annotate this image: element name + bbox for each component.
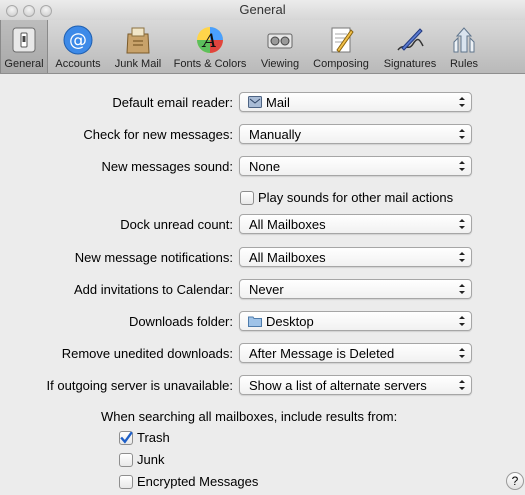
setting-downloads-folder: Downloads folder: Desktop xyxy=(0,311,525,333)
setting-label: New message notifications: xyxy=(74,250,233,265)
setting-label: Check for new messages: xyxy=(83,127,233,142)
popup-arrows-icon xyxy=(459,284,465,294)
popup-value: After Message is Deleted xyxy=(249,346,395,361)
tab-junk-mail[interactable]: Junk Mail xyxy=(110,20,166,73)
default-reader-popup[interactable]: Mail xyxy=(239,92,472,112)
popup-value: Desktop xyxy=(266,314,314,329)
popup-arrows-icon xyxy=(459,348,465,358)
folder-icon xyxy=(248,316,262,327)
setting-label: Add invitations to Calendar: xyxy=(74,282,233,297)
search-heading: When searching all mailboxes, include re… xyxy=(101,409,398,424)
setting-label: New messages sound: xyxy=(101,159,233,174)
fonts-colors-icon: A xyxy=(197,27,223,53)
popup-value: Mail xyxy=(266,95,290,110)
setting-dock-count: Dock unread count: All Mailboxes xyxy=(0,214,525,236)
setting-notifications: New message notifications: All Mailboxes xyxy=(0,247,525,269)
rules-icon xyxy=(453,27,475,53)
remove-downloads-popup[interactable]: After Message is Deleted xyxy=(239,343,472,363)
accounts-icon: @ xyxy=(63,25,93,55)
popup-arrows-icon xyxy=(459,129,465,139)
tab-label: Composing xyxy=(313,58,369,70)
setting-outgoing-server: If outgoing server is unavailable: Show … xyxy=(0,375,525,397)
junk-label[interactable]: Junk xyxy=(137,452,164,467)
junk-checkbox[interactable] xyxy=(119,453,133,467)
check-messages-popup[interactable]: Manually xyxy=(239,124,472,144)
play-sounds-checkbox[interactable] xyxy=(240,191,254,205)
play-sounds-label[interactable]: Play sounds for other mail actions xyxy=(258,190,453,205)
setting-default-reader: Default email reader: Mail xyxy=(0,92,525,114)
svg-text:A: A xyxy=(201,30,217,52)
outgoing-server-popup[interactable]: Show a list of alternate servers xyxy=(239,375,472,395)
mail-app-icon xyxy=(248,96,262,108)
tab-label: Accounts xyxy=(55,58,101,70)
encrypted-label[interactable]: Encrypted Messages xyxy=(137,474,258,489)
signatures-icon xyxy=(397,28,424,51)
popup-arrows-icon xyxy=(459,252,465,262)
tab-label: Rules xyxy=(449,58,479,70)
setting-invitations: Add invitations to Calendar: Never xyxy=(0,279,525,301)
setting-remove-downloads: Remove unedited downloads: After Message… xyxy=(0,343,525,365)
search-heading-row: When searching all mailboxes, include re… xyxy=(0,407,525,429)
popup-arrows-icon xyxy=(459,219,465,229)
tab-fonts-colors[interactable]: A Fonts & Colors xyxy=(168,20,252,73)
trash-label[interactable]: Trash xyxy=(137,430,170,445)
tab-rules[interactable]: Rules xyxy=(444,20,484,73)
tab-general[interactable]: General xyxy=(0,20,48,73)
svg-text:@: @ xyxy=(69,30,87,51)
tab-composing[interactable]: Composing xyxy=(308,20,374,73)
notifications-popup[interactable]: All Mailboxes xyxy=(239,247,472,267)
composing-icon xyxy=(331,27,354,53)
trash-checkbox[interactable] xyxy=(119,431,133,445)
search-option-junk: Junk xyxy=(0,451,525,473)
setting-check-messages: Check for new messages: Manually xyxy=(0,124,525,146)
help-button[interactable]: ? xyxy=(506,472,524,490)
popup-value: All Mailboxes xyxy=(249,250,326,265)
popup-value: Never xyxy=(249,282,284,297)
general-preferences-pane: Default email reader: Mail Check for new… xyxy=(0,74,525,493)
search-option-encrypted: Encrypted Messages xyxy=(0,473,525,495)
popup-value: Manually xyxy=(249,127,302,142)
setting-sound: New messages sound: None xyxy=(0,156,525,178)
window-title: General xyxy=(239,2,286,17)
tab-label: Fonts & Colors xyxy=(173,58,247,70)
popup-value: Show a list of alternate servers xyxy=(249,378,427,393)
setting-label: Downloads folder: xyxy=(128,314,233,329)
setting-play-sounds: Play sounds for other mail actions xyxy=(0,188,525,210)
popup-arrows-icon xyxy=(459,161,465,171)
setting-label: If outgoing server is unavailable: xyxy=(46,378,233,393)
junk-mail-icon xyxy=(126,27,150,54)
tab-accounts[interactable]: @ Accounts xyxy=(50,20,106,73)
dock-count-popup[interactable]: All Mailboxes xyxy=(239,214,472,234)
popup-arrows-icon xyxy=(459,97,465,107)
downloads-folder-popup[interactable]: Desktop xyxy=(239,311,472,331)
title-bar: General xyxy=(0,0,525,20)
minimize-button[interactable] xyxy=(23,5,35,17)
tab-label: Junk Mail xyxy=(114,58,162,70)
sound-popup[interactable]: None xyxy=(239,156,472,176)
tab-label: General xyxy=(4,58,44,70)
viewing-icon xyxy=(267,33,293,49)
preferences-toolbar: General @ Accounts Junk Mail A Fonts & C… xyxy=(0,20,525,74)
tab-signatures[interactable]: Signatures xyxy=(378,20,442,73)
setting-label: Dock unread count: xyxy=(120,217,233,232)
general-icon xyxy=(12,27,36,53)
encrypted-checkbox[interactable] xyxy=(119,475,133,489)
setting-label: Remove unedited downloads: xyxy=(61,346,233,361)
search-option-trash: Trash xyxy=(0,429,525,451)
popup-value: None xyxy=(249,159,281,174)
popup-arrows-icon xyxy=(459,316,465,326)
zoom-button[interactable] xyxy=(40,5,52,17)
popup-value: All Mailboxes xyxy=(249,217,326,232)
popup-arrows-icon xyxy=(459,380,465,390)
setting-label: Default email reader: xyxy=(112,95,233,110)
checkmark-icon xyxy=(120,431,133,444)
tab-label: Viewing xyxy=(260,58,300,70)
tab-label: Signatures xyxy=(383,58,437,70)
close-button[interactable] xyxy=(6,5,18,17)
tab-viewing[interactable]: Viewing xyxy=(254,20,306,73)
invitations-popup[interactable]: Never xyxy=(239,279,472,299)
